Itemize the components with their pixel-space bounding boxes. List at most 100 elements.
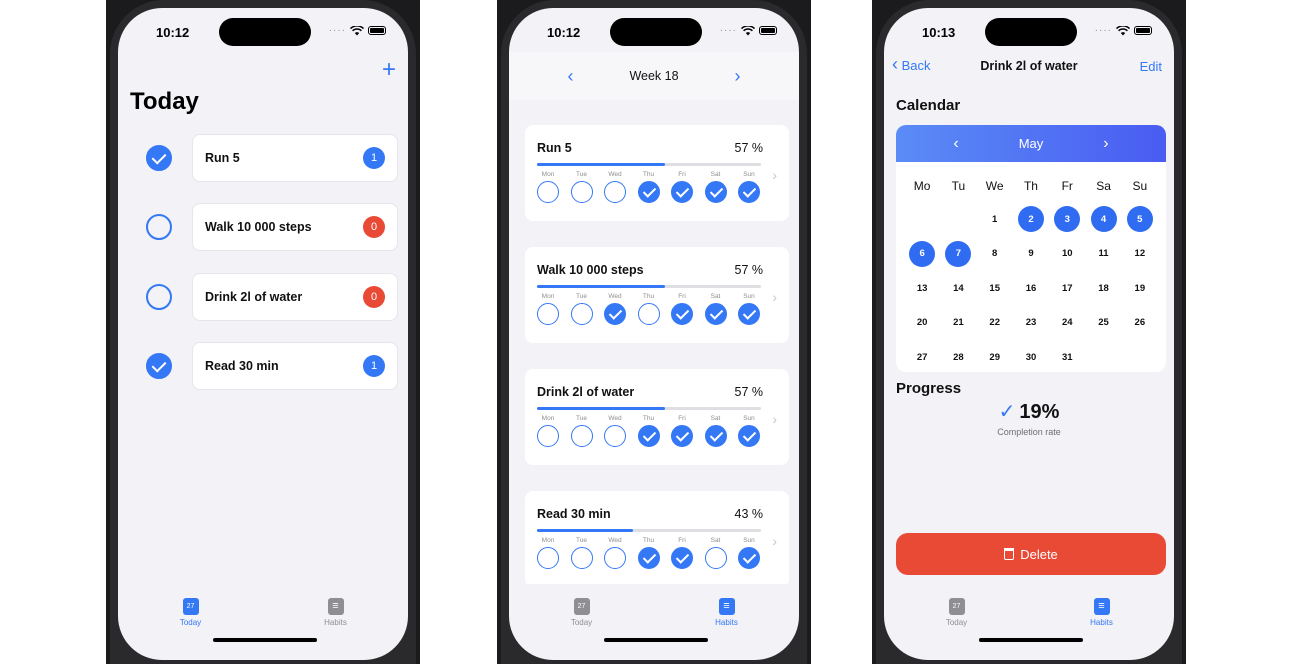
day-check-toggle[interactable] <box>671 181 693 203</box>
calendar-day[interactable]: 20 <box>904 317 940 328</box>
previous-week-button[interactable]: ‹ <box>567 66 573 87</box>
day-check-toggle[interactable] <box>738 181 760 203</box>
calendar-day[interactable]: 7 <box>940 240 976 267</box>
habit-week-card[interactable]: Drink 2l of water 57 % › Mon Tue Wed Thu… <box>525 369 789 465</box>
day-check-toggle[interactable] <box>537 181 559 203</box>
calendar-day[interactable]: 17 <box>1049 283 1085 294</box>
calendar-day[interactable]: 24 <box>1049 317 1085 328</box>
tab-today-label: Today <box>570 618 593 627</box>
day-check-toggle[interactable] <box>704 425 727 447</box>
status-icons: ···· <box>720 25 777 36</box>
day-check-toggle[interactable] <box>738 547 760 569</box>
day-check-toggle[interactable] <box>570 425 593 447</box>
day-check-toggle[interactable] <box>738 425 760 447</box>
add-habit-button[interactable]: + <box>382 56 396 84</box>
calendar-day[interactable]: 13 <box>904 283 940 294</box>
day-check-toggle[interactable] <box>704 303 727 325</box>
calendar-day[interactable]: 1 <box>977 214 1013 225</box>
day-check-toggle[interactable] <box>570 181 593 203</box>
day-column: Wed <box>604 415 626 447</box>
tab-today[interactable]: 27 Today <box>917 598 997 660</box>
habit-percent: 57 % <box>734 385 764 399</box>
habit-percent: 57 % <box>734 141 764 155</box>
day-check-toggle[interactable] <box>604 425 626 447</box>
habit-week-card[interactable]: Walk 10 000 steps 57 % › Mon Tue Wed Thu… <box>525 247 789 343</box>
calendar-day[interactable]: 15 <box>977 283 1013 294</box>
habit-week-card[interactable]: Run 5 57 % › Mon Tue Wed Thu Fri Sat Sun <box>525 125 789 221</box>
calendar-day[interactable]: 21 <box>940 317 976 328</box>
habit-check-toggle[interactable] <box>146 284 172 310</box>
calendar-day[interactable]: 8 <box>977 248 1013 259</box>
habit-check-toggle[interactable] <box>146 214 172 240</box>
habit-week-card[interactable]: Read 30 min 43 % › Mon Tue Wed Thu Fri S… <box>525 491 789 584</box>
day-check-toggle[interactable] <box>704 181 727 203</box>
calendar-day[interactable]: 14 <box>940 283 976 294</box>
habit-name: Drink 2l of water <box>537 385 635 399</box>
page-title: Today <box>130 88 199 115</box>
tab-habits[interactable]: Habits <box>1062 598 1142 660</box>
habit-card[interactable]: Drink 2l of water 0 <box>192 273 398 321</box>
calendar-day[interactable]: 11 <box>1085 248 1121 259</box>
calendar-day[interactable]: 6 <box>904 240 940 267</box>
calendar-day[interactable]: 16 <box>1013 283 1049 294</box>
tab-today[interactable]: 27 Today <box>542 598 622 660</box>
tab-habits[interactable]: Habits <box>296 598 376 660</box>
day-check-toggle[interactable] <box>537 547 559 569</box>
calendar-week-row: 1 2345 <box>904 202 1158 237</box>
calendar-day[interactable]: 18 <box>1085 283 1121 294</box>
habit-card[interactable]: Run 5 1 <box>192 134 398 182</box>
next-week-button[interactable]: › <box>735 66 741 87</box>
day-check-toggle[interactable] <box>637 303 660 325</box>
tab-habits[interactable]: Habits <box>687 598 767 660</box>
day-check-toggle[interactable] <box>671 547 693 569</box>
calendar-day[interactable]: 5 <box>1122 206 1158 233</box>
calendar-day[interactable]: 10 <box>1049 248 1085 259</box>
home-indicator <box>979 638 1083 642</box>
tab-today[interactable]: 27 Today <box>151 598 231 660</box>
calendar-day[interactable]: 26 <box>1122 317 1158 328</box>
day-check-toggle[interactable] <box>704 547 727 569</box>
next-month-button[interactable]: › <box>1103 135 1108 153</box>
day-check-toggle[interactable] <box>604 303 626 325</box>
day-check-toggle[interactable] <box>604 547 626 569</box>
day-check-toggle[interactable] <box>537 425 559 447</box>
calendar-day[interactable]: 30 <box>1013 352 1049 363</box>
previous-month-button[interactable]: ‹ <box>953 135 958 153</box>
calendar-day[interactable]: 28 <box>940 352 976 363</box>
day-check-toggle[interactable] <box>637 547 660 569</box>
calendar-day[interactable]: 4 <box>1085 206 1121 233</box>
calendar-day[interactable]: 29 <box>977 352 1013 363</box>
calendar-day[interactable]: 19 <box>1122 283 1158 294</box>
calendar-day[interactable]: 27 <box>904 352 940 363</box>
habit-check-toggle[interactable] <box>146 353 172 379</box>
day-label: Sat <box>710 293 721 300</box>
habit-card[interactable]: Read 30 min 1 <box>192 342 398 390</box>
day-check-toggle[interactable] <box>570 547 593 569</box>
day-column: Thu <box>637 171 660 203</box>
calendar-day-number: 11 <box>1098 248 1109 260</box>
habit-check-toggle[interactable] <box>146 145 172 171</box>
day-column: Sun <box>738 171 760 203</box>
day-check-toggle[interactable] <box>637 425 660 447</box>
phone-habit-detail: 10:13 ···· ‹ Back Drink 2l of water Edit… <box>872 0 1186 664</box>
day-check-toggle[interactable] <box>604 181 626 203</box>
calendar-day[interactable]: 31 <box>1049 352 1085 363</box>
habit-card[interactable]: Walk 10 000 steps 0 <box>192 203 398 251</box>
calendar-day[interactable]: 23 <box>1013 317 1049 328</box>
day-check-toggle[interactable] <box>570 303 593 325</box>
calendar-day-number: 13 <box>916 282 928 294</box>
calendar-day[interactable]: 2 <box>1013 206 1049 233</box>
calendar-day[interactable]: 25 <box>1085 317 1121 328</box>
day-check-toggle[interactable] <box>537 303 559 325</box>
day-check-toggle[interactable] <box>637 181 660 203</box>
day-check-toggle[interactable] <box>738 303 760 325</box>
calendar-day[interactable]: 22 <box>977 317 1013 328</box>
delete-button[interactable]: Delete <box>896 533 1166 575</box>
habit-percent: 57 % <box>734 263 764 277</box>
day-check-toggle[interactable] <box>671 303 693 325</box>
day-check-toggle[interactable] <box>671 425 693 447</box>
edit-button[interactable]: Edit <box>1140 59 1162 74</box>
calendar-day[interactable]: 12 <box>1122 248 1158 259</box>
calendar-day[interactable]: 9 <box>1013 248 1049 259</box>
calendar-day[interactable]: 3 <box>1049 206 1085 233</box>
